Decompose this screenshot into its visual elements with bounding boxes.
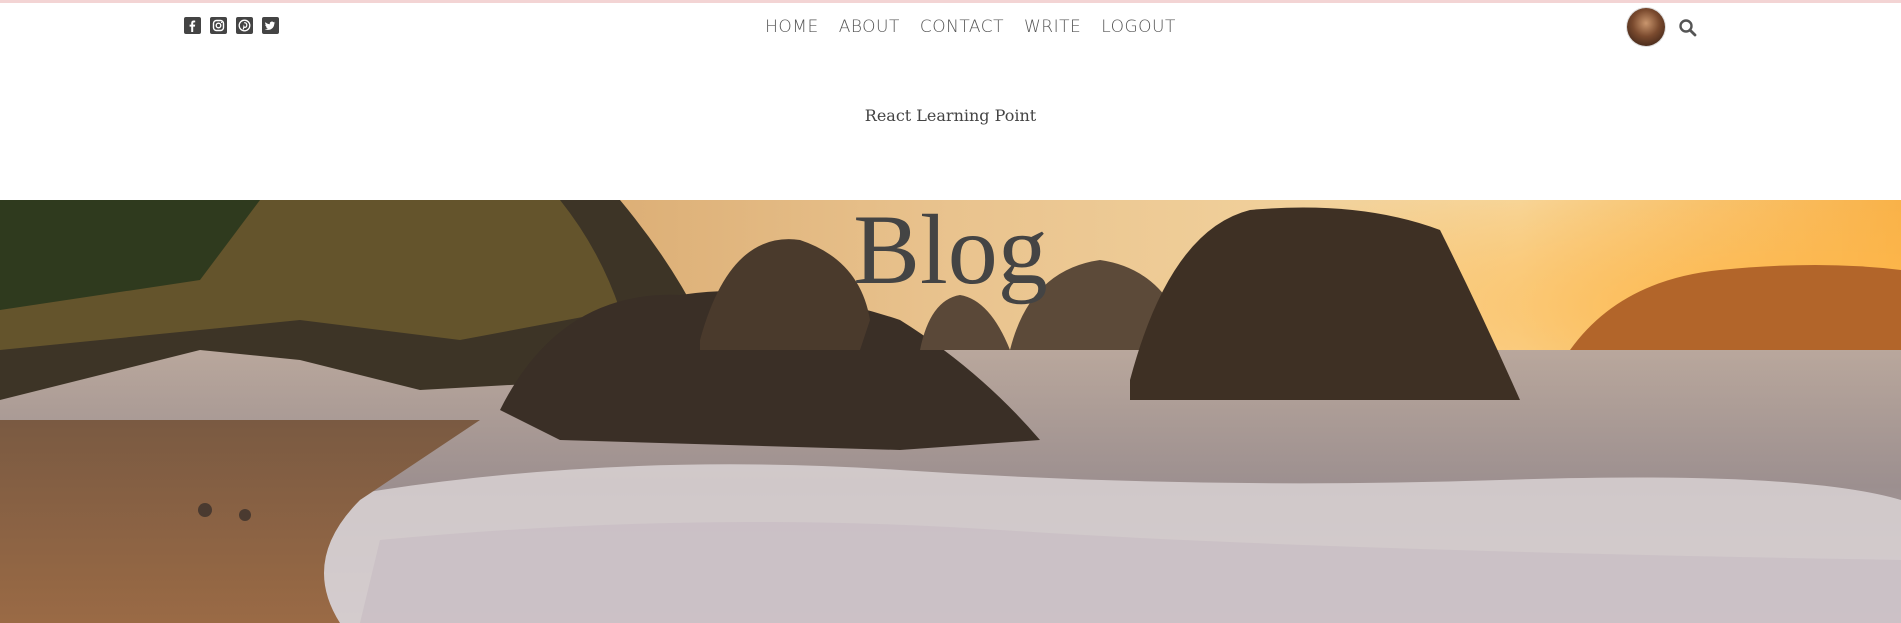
nav-about[interactable]: ABOUT <box>839 17 900 37</box>
hero-banner: Blog <box>0 200 1901 623</box>
top-bar: HOME ABOUT CONTACT WRITE LOGOUT <box>0 3 1901 47</box>
nav-write[interactable]: WRITE <box>1024 17 1081 37</box>
hero-title: Blog <box>853 200 1048 305</box>
search-icon[interactable] <box>1678 18 1698 38</box>
nav-logout[interactable]: LOGOUT <box>1101 17 1176 37</box>
user-avatar[interactable] <box>1627 8 1665 46</box>
main-nav: HOME ABOUT CONTACT WRITE LOGOUT <box>0 17 1901 37</box>
nav-contact[interactable]: CONTACT <box>920 17 1004 37</box>
nav-home[interactable]: HOME <box>765 17 819 37</box>
site-subtitle: React Learning Point <box>864 106 1037 125</box>
